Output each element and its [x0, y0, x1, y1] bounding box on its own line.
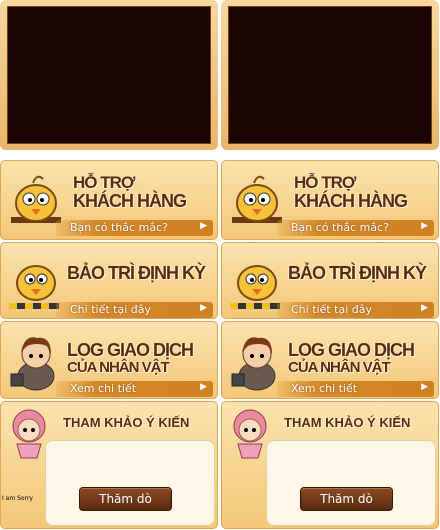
- video-screen[interactable]: [228, 6, 432, 144]
- right-arrow-icon: ▶: [200, 382, 207, 392]
- survey-speech-bubble: [45, 440, 215, 526]
- sorry-caption: I am Sorry: [2, 495, 33, 502]
- survey-title: THAM KHẢO Ý KIẾN: [284, 415, 411, 430]
- girl-character-icon: [12, 409, 46, 459]
- trade-log-link[interactable]: Xem chi tiết ▶: [277, 381, 434, 397]
- support-link-label: Bạn có thắc mắc?: [70, 221, 168, 234]
- trade-log-panel[interactable]: LOG GIAO DỊCH CỦA NHÂN VẬT Xem chi tiết …: [221, 321, 439, 399]
- trade-log-panel[interactable]: LOG GIAO DỊCH CỦA NHÂN VẬT Xem chi tiết …: [0, 321, 218, 399]
- trade-log-title-line2: CỦA NHÂN VẬT: [67, 359, 170, 376]
- trade-log-title-line2: CỦA NHÂN VẬT: [288, 359, 391, 376]
- survey-button[interactable]: Thăm dò: [300, 487, 393, 511]
- support-link-label: Bạn có thắc mắc?: [291, 221, 389, 234]
- support-title-line2: KHÁCH HÀNG: [294, 191, 408, 211]
- maintenance-title: BẢO TRÌ ĐỊNH KỲ: [288, 263, 427, 283]
- video-frame: [0, 0, 218, 150]
- support-title-line1: HỖ TRỢ: [73, 173, 135, 192]
- support-title-line1: HỖ TRỢ: [294, 173, 356, 192]
- right-arrow-icon: ▶: [421, 303, 428, 313]
- support-link[interactable]: Bạn có thắc mắc? ▶: [277, 220, 434, 236]
- right-column: HỖ TRỢ KHÁCH HÀNG Bạn có thắc mắc? ▶ BẢO…: [221, 0, 439, 530]
- maintenance-title: BẢO TRÌ ĐỊNH KỲ: [67, 263, 206, 283]
- survey-speech-bubble: [266, 440, 436, 526]
- right-arrow-icon: ▶: [421, 382, 428, 392]
- survey-panel: THAM KHẢO Ý KIẾN Thăm dò: [0, 401, 218, 529]
- support-panel[interactable]: HỖ TRỢ KHÁCH HÀNG Bạn có thắc mắc? ▶: [0, 160, 218, 240]
- trade-log-title-line1: LOG GIAO DỊCH: [288, 340, 415, 360]
- support-title-line2: KHÁCH HÀNG: [73, 191, 187, 211]
- survey-panel: THAM KHẢO Ý KIẾN Thăm dò: [221, 401, 439, 529]
- support-link[interactable]: Bạn có thắc mắc? ▶: [56, 220, 213, 236]
- maintenance-panel[interactable]: BẢO TRÌ ĐỊNH KỲ Chi tiết tại đây ▶: [0, 242, 218, 319]
- support-panel[interactable]: HỖ TRỢ KHÁCH HÀNG Bạn có thắc mắc? ▶: [221, 160, 439, 240]
- maintenance-link[interactable]: Chi tiết tại đây ▶: [56, 302, 213, 318]
- trade-log-link[interactable]: Xem chi tiết ▶: [56, 381, 213, 397]
- video-screen[interactable]: [7, 6, 211, 144]
- survey-button[interactable]: Thăm dò: [79, 487, 172, 511]
- trade-log-link-label: Xem chi tiết: [291, 382, 358, 395]
- maintenance-link-label: Chi tiết tại đây: [70, 303, 151, 316]
- video-frame: [221, 0, 439, 150]
- girl-character-icon: [233, 409, 267, 459]
- right-arrow-icon: ▶: [200, 303, 207, 313]
- right-arrow-icon: ▶: [421, 221, 428, 231]
- maintenance-link-label: Chi tiết tại đây: [291, 303, 372, 316]
- maintenance-link[interactable]: Chi tiết tại đây ▶: [277, 302, 434, 318]
- trade-log-title-line1: LOG GIAO DỊCH: [67, 340, 194, 360]
- trade-log-link-label: Xem chi tiết: [70, 382, 137, 395]
- survey-title: THAM KHẢO Ý KIẾN: [63, 415, 190, 430]
- left-column: HỖ TRỢ KHÁCH HÀNG Bạn có thắc mắc? ▶ BẢO…: [0, 0, 218, 530]
- maintenance-panel[interactable]: BẢO TRÌ ĐỊNH KỲ Chi tiết tại đây ▶: [221, 242, 439, 319]
- right-arrow-icon: ▶: [200, 221, 207, 231]
